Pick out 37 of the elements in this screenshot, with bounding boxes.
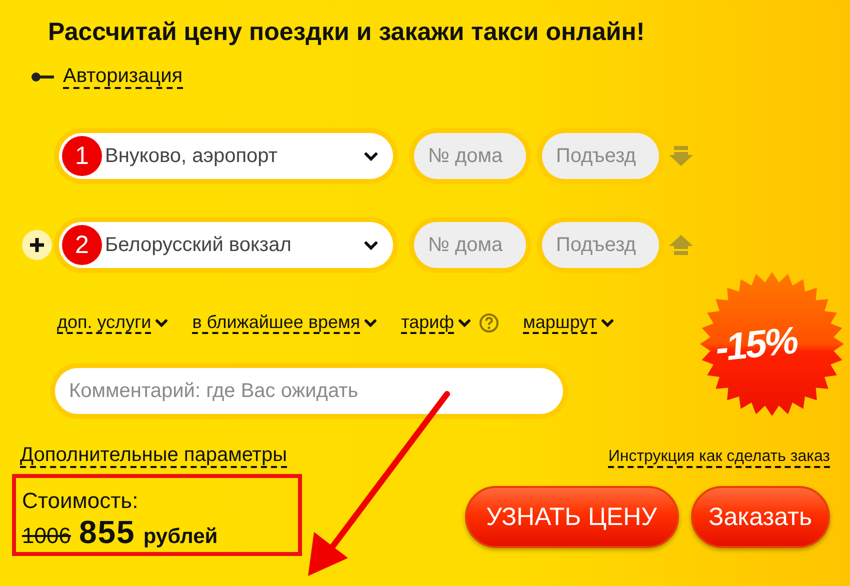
- order-button[interactable]: Заказать: [690, 486, 830, 548]
- address-value: Внуково, аэропорт: [105, 144, 278, 168]
- house-number-field[interactable]: № дома: [414, 222, 526, 268]
- instructions-link[interactable]: Инструкция как сделать заказ: [608, 448, 830, 468]
- chevron-down-icon: [600, 318, 614, 328]
- comment-field[interactable]: Комментарий: где Вас ожидать: [55, 368, 563, 414]
- new-price: 855: [78, 514, 136, 551]
- old-price: 1006: [22, 523, 71, 549]
- house-number-field[interactable]: № дома: [414, 133, 526, 179]
- option-link[interactable]: доп. услуги: [57, 312, 152, 334]
- chevron-down-icon: [363, 150, 379, 162]
- add-button[interactable]: [22, 230, 52, 260]
- get-price-button[interactable]: УЗНАТЬ ЦЕНУ: [464, 486, 679, 548]
- extra-parameters-link[interactable]: Дополнительные параметры: [20, 444, 287, 468]
- move-up-icon[interactable]: [668, 234, 694, 256]
- chevron-down-icon: [458, 318, 472, 328]
- option-link[interactable]: в ближайшее время: [192, 312, 360, 334]
- currency-label: рублей: [143, 525, 218, 549]
- page-title: Рассчитай цену поездки и закажи такси онлайн!: [48, 18, 646, 47]
- chevron-down-icon: [363, 240, 379, 250]
- move-down-icon[interactable]: [668, 145, 694, 167]
- auth-link[interactable]: Авторизация: [63, 65, 183, 89]
- option-link[interactable]: тариф: [401, 312, 454, 334]
- number-badge: 1: [62, 136, 102, 176]
- address-value: Белорусский вокзал: [105, 234, 292, 256]
- address-select[interactable]: 1 Внуково, аэропорт: [59, 133, 393, 179]
- entrance-field[interactable]: Подъезд: [542, 133, 659, 179]
- price-label: Стоимость:: [22, 488, 140, 514]
- address-select[interactable]: 2 Белорусский вокзал: [59, 222, 393, 268]
- plus-icon: [28, 236, 46, 254]
- number-badge: 2: [62, 225, 102, 265]
- entrance-field[interactable]: Подъезд: [542, 222, 659, 268]
- discount-badge: -15%: [700, 272, 844, 416]
- key-icon: [31, 72, 55, 82]
- chevron-down-icon: [155, 318, 168, 328]
- option-link[interactable]: маршрут: [523, 312, 597, 334]
- chevron-down-icon: [364, 318, 378, 328]
